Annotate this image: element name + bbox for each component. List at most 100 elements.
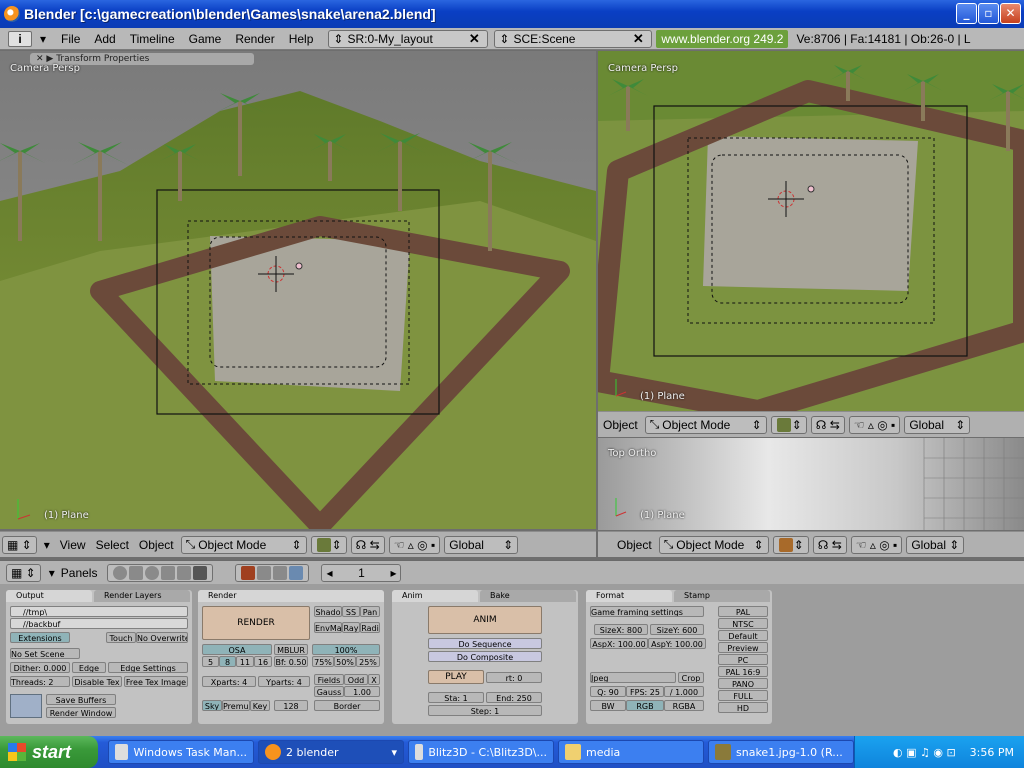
size-50-button[interactable]: 50% xyxy=(334,656,356,667)
quality-field[interactable]: Q: 90 xyxy=(590,686,626,697)
manipulator-toggle[interactable]: ☜ ▵ ◎ ▪ xyxy=(850,535,903,554)
ray-toggle[interactable]: Ray xyxy=(342,622,360,633)
collapse-menu-icon[interactable]: ▾ xyxy=(39,538,55,552)
game-framing-button[interactable]: Game framing settings xyxy=(590,606,704,617)
manipulator-toggle[interactable]: ☜ ▵ ◎ ▪ xyxy=(388,535,441,554)
osa-5-button[interactable]: 5 xyxy=(202,656,219,667)
step-field[interactable]: Step: 1 xyxy=(428,705,542,716)
minimize-button[interactable]: _ xyxy=(956,3,977,24)
preset-default[interactable]: Default xyxy=(718,630,768,641)
preset-pc[interactable]: PC xyxy=(718,654,768,665)
filter-size-field[interactable]: 1.00 xyxy=(344,686,380,697)
preset-pal-169[interactable]: PAL 16:9 xyxy=(718,666,768,677)
preset-preview[interactable]: Preview xyxy=(718,642,768,653)
ss-toggle[interactable]: SS xyxy=(342,606,360,617)
window-titlebar[interactable]: Blender [c:\gamecreation\blender\Games\s… xyxy=(0,0,1024,28)
collapse-menu-icon[interactable]: ▾ xyxy=(40,32,46,46)
no-overwrite-button[interactable]: No Overwrite xyxy=(136,632,188,643)
osa-11-button[interactable]: 11 xyxy=(236,656,254,667)
bw-button[interactable]: BW xyxy=(590,700,626,711)
viewport-left[interactable]: ✕ ▶ Transform Properties Camera Persp (1… xyxy=(0,51,596,529)
clock[interactable]: 3:56 PM xyxy=(970,746,1014,759)
extensions-button[interactable]: Extensions xyxy=(10,632,70,643)
mblur-toggle[interactable]: MBLUR xyxy=(274,644,308,655)
draw-type-dropdown[interactable]: ⇕ xyxy=(770,415,807,434)
menu-game[interactable]: Game xyxy=(182,32,229,46)
anim-button[interactable]: ANIM xyxy=(428,606,542,634)
preset-pano[interactable]: PANO xyxy=(718,678,768,689)
menu-object[interactable]: Object xyxy=(598,418,643,432)
radio-toggle[interactable]: Radi xyxy=(360,622,380,633)
orientation-dropdown[interactable]: Global ⇕ xyxy=(444,535,519,554)
osa-8-button[interactable]: 8 xyxy=(219,656,236,667)
do-composite-toggle[interactable]: Do Composite xyxy=(428,651,542,662)
do-sequence-toggle[interactable]: Do Sequence xyxy=(428,638,542,649)
tmp-path-field[interactable]: //tmp\ xyxy=(10,606,188,617)
size-100-button[interactable]: 100% xyxy=(312,644,380,655)
menu-object[interactable]: Object xyxy=(612,538,657,552)
mode-dropdown[interactable]: ⤡ Object Mode ⇕ xyxy=(180,535,307,554)
premul-button[interactable]: Premul xyxy=(222,700,250,711)
preset-ntsc[interactable]: NTSC xyxy=(718,618,768,629)
edge-settings-button[interactable]: Edge Settings xyxy=(108,662,188,673)
border-toggle[interactable]: Border xyxy=(314,700,380,711)
draw-type-dropdown[interactable]: ⇕ xyxy=(772,535,809,554)
menu-help[interactable]: Help xyxy=(282,32,321,46)
key-button[interactable]: Key xyxy=(250,700,270,711)
tab-render-layers[interactable]: Render Layers xyxy=(94,590,190,602)
play-button[interactable]: PLAY xyxy=(428,670,484,684)
crop-toggle[interactable]: Crop xyxy=(678,672,704,683)
start-button[interactable]: start xyxy=(0,736,98,768)
manipulator-toggle[interactable]: ☜ ▵ ◎ ▪ xyxy=(848,415,901,434)
taskbar-item-media[interactable]: media xyxy=(558,740,704,764)
tab-format[interactable]: Format xyxy=(586,590,672,602)
mode-dropdown[interactable]: ⤡ Object Mode ⇕ xyxy=(644,415,767,434)
fps-field[interactable]: FPS: 25 xyxy=(626,686,664,697)
asp-x-field[interactable]: AspX: 100.00 xyxy=(590,638,648,649)
shadow-toggle[interactable]: Shado xyxy=(314,606,342,617)
file-format-dropdown[interactable]: Jpeg xyxy=(590,672,676,683)
info-window-type-icon[interactable]: i xyxy=(8,30,32,47)
disable-tex-button[interactable]: Disable Tex xyxy=(72,676,122,687)
dither-field[interactable]: Dither: 0.000 xyxy=(10,662,70,673)
fps-base-field[interactable]: / 1.000 xyxy=(664,686,704,697)
size-75-button[interactable]: 75% xyxy=(312,656,334,667)
size-y-field[interactable]: SizeY: 600 xyxy=(650,624,704,635)
taskbar-item-snake-image[interactable]: snake1.jpg-1.0 (R... xyxy=(708,740,854,764)
menu-view[interactable]: View xyxy=(55,538,91,552)
render-button[interactable]: RENDER xyxy=(202,606,310,640)
rt-field[interactable]: rt: 0 xyxy=(486,672,542,683)
taskbar-item-blitz3d[interactable]: Blitz3D - C:\Blitz3D\... xyxy=(408,740,554,764)
sky-button[interactable]: Sky xyxy=(202,700,222,711)
bf-field[interactable]: Bf: 0.50 xyxy=(274,656,308,667)
collapse-menu-icon[interactable]: ▾ xyxy=(43,566,61,580)
bit-depth-dropdown[interactable]: 128 xyxy=(274,700,308,711)
envmap-toggle[interactable]: EnvMa xyxy=(314,622,342,633)
tray-icons[interactable]: ◐ ▣ ♫ ◉ ⊡ xyxy=(893,746,956,759)
tab-stamp[interactable]: Stamp xyxy=(674,590,770,602)
viewport-top-ortho[interactable]: Top Ortho (1) Plane xyxy=(598,438,1024,530)
backbuf-path-field[interactable]: //backbuf xyxy=(10,618,188,629)
pan-toggle[interactable]: Pan xyxy=(360,606,380,617)
threads-field[interactable]: Threads: 2 xyxy=(10,676,70,687)
preset-pal[interactable]: PAL xyxy=(718,606,768,617)
scene-selector[interactable]: ⇕ SCE:Scene ✕ xyxy=(494,29,653,48)
orientation-dropdown[interactable]: Global ⇕ xyxy=(904,415,971,434)
window-type-icon[interactable]: ▦ ⇕ xyxy=(6,563,41,582)
preset-hd[interactable]: HD xyxy=(718,702,768,713)
rgb-button[interactable]: RGB xyxy=(626,700,664,711)
osa-toggle[interactable]: OSA xyxy=(202,644,272,655)
menu-file[interactable]: File xyxy=(54,32,87,46)
gauss-dropdown[interactable]: Gauss xyxy=(314,686,344,697)
edge-button[interactable]: Edge xyxy=(72,662,106,673)
tab-output[interactable]: Output xyxy=(6,590,92,602)
tab-render[interactable]: Render xyxy=(198,590,384,602)
asp-y-field[interactable]: AspY: 100.00 xyxy=(648,638,706,649)
menu-select[interactable]: Select xyxy=(91,538,134,552)
pivot-dropdown[interactable]: ☊ ⇆ xyxy=(812,535,847,554)
taskbar-item-blender[interactable]: 2 blender ▾ xyxy=(258,740,404,764)
maximize-button[interactable]: ▫ xyxy=(978,3,999,24)
viewport-right[interactable]: Camera Persp (1) Plane xyxy=(598,51,1024,411)
render-context-buttons[interactable] xyxy=(235,563,310,582)
orientation-dropdown[interactable]: Global ⇕ xyxy=(906,535,965,554)
